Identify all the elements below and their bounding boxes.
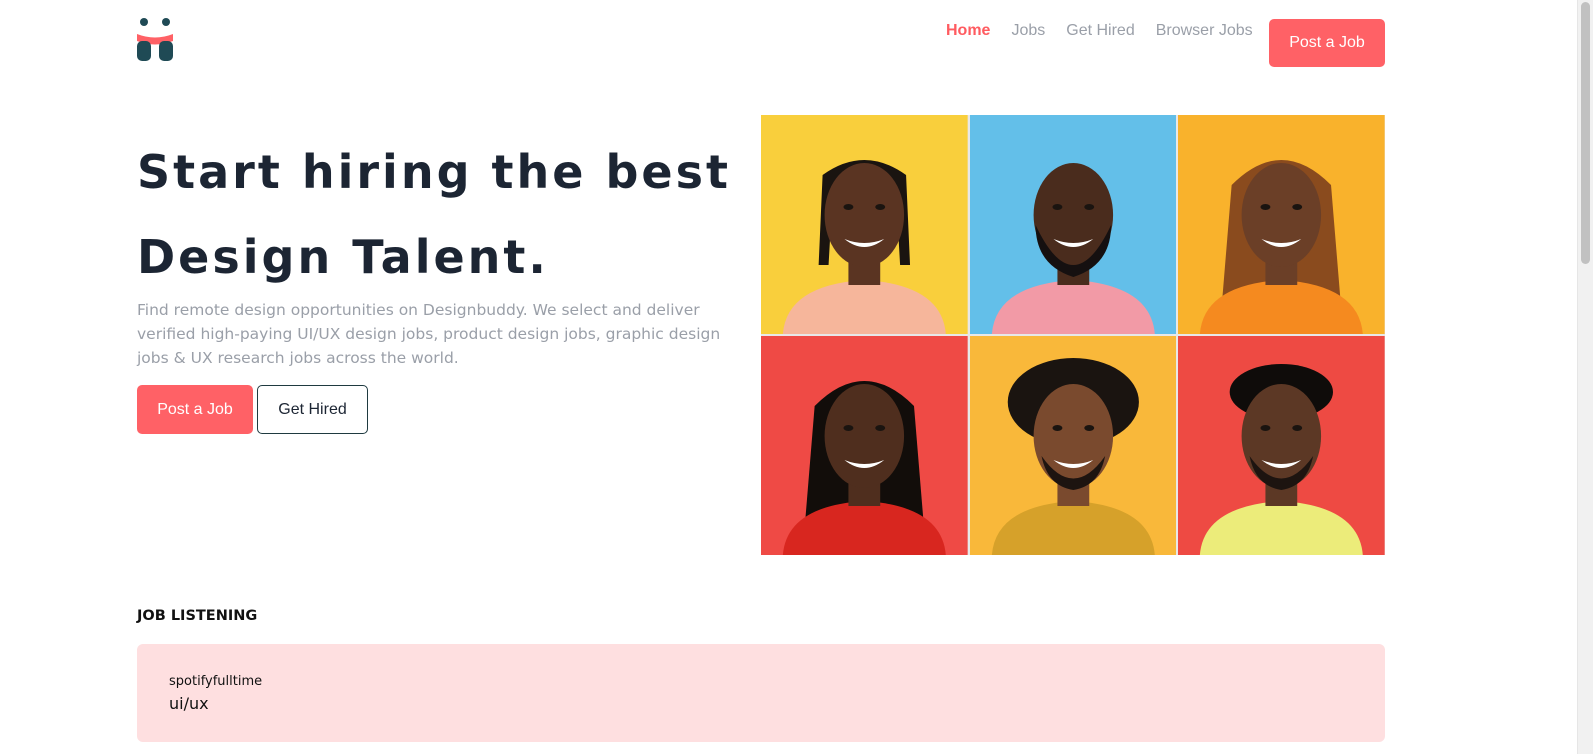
hero-get-hired-button[interactable]: Get Hired <box>257 385 368 434</box>
portrait-5 <box>969 336 1177 555</box>
hero-description: Find remote design opportunities on Desi… <box>137 301 721 367</box>
portrait-6-illustration <box>1178 336 1385 555</box>
nav-jobs[interactable]: Jobs <box>1011 22 1045 40</box>
portrait-2-illustration <box>969 115 1177 334</box>
nav-home[interactable]: Home <box>946 22 990 40</box>
page: Home Jobs Get Hired Browser Jobs Post a … <box>0 0 1593 754</box>
scrollbar-thumb[interactable] <box>1581 2 1590 264</box>
hero-title-line-1: Start hiring the best <box>137 145 731 199</box>
portrait-3 <box>1178 115 1385 334</box>
hero-post-job-button[interactable]: Post a Job <box>137 385 253 434</box>
portrait-5-illustration <box>969 336 1177 555</box>
portrait-6 <box>1178 336 1385 555</box>
nav-browser-jobs[interactable]: Browser Jobs <box>1156 22 1253 40</box>
hero-title-line-2: Design Talent. <box>137 230 549 284</box>
brand-logo[interactable] <box>137 17 173 61</box>
nav-get-hired[interactable]: Get Hired <box>1066 22 1134 40</box>
header-post-job-button[interactable]: Post a Job <box>1269 19 1385 67</box>
portrait-grid <box>761 115 1385 555</box>
main-nav: Home Jobs Get Hired Browser Jobs <box>946 22 1253 40</box>
hero-title: Start hiring the best Design Talent. <box>137 130 757 300</box>
people-logo-icon <box>137 18 173 61</box>
portrait-4-illustration <box>761 336 968 555</box>
portrait-4 <box>761 336 968 555</box>
portrait-1-illustration <box>761 115 968 334</box>
job-title: ui/ux <box>169 694 209 713</box>
job-company: spotifyfulltime <box>169 674 263 689</box>
portrait-1 <box>761 115 968 334</box>
job-listing-heading: JOB LISTENING <box>137 608 258 624</box>
vertical-scrollbar[interactable] <box>1577 0 1593 754</box>
job-card[interactable]: spotifyfulltime ui/ux <box>137 644 1385 742</box>
portrait-2 <box>969 115 1177 334</box>
portrait-3-illustration <box>1178 115 1385 334</box>
